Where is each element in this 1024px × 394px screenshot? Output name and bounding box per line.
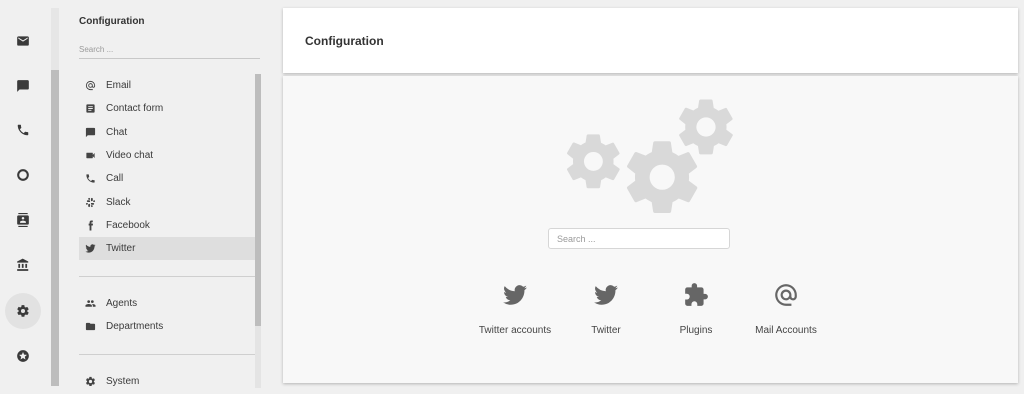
nav-item-label: Video chat [106, 150, 154, 162]
twitter-icon [83, 242, 97, 256]
settings-icon [17, 305, 29, 317]
tile-label: Twitter accounts [478, 325, 552, 336]
panel-scrollbar-thumb[interactable] [255, 74, 261, 326]
rail-chat-button[interactable] [5, 68, 41, 104]
main-header: Configuration [283, 8, 1018, 73]
tile-mail-accounts[interactable]: Mail Accounts [736, 281, 836, 336]
star-icon [17, 350, 29, 362]
rail-scrollbar-thumb[interactable] [51, 70, 59, 386]
configuration-panel: Configuration Email Contact form Chat Vi… [60, 0, 266, 394]
rail-mail-button[interactable] [5, 23, 41, 59]
nav-item-label: Facebook [106, 219, 150, 231]
nav-item-contact-form[interactable]: Contact form [79, 97, 255, 120]
gears-illustration [561, 94, 741, 219]
rail-settings-button[interactable] [5, 293, 41, 329]
panel-divider [79, 276, 255, 277]
page-title: Configuration [305, 34, 384, 48]
form-icon [83, 102, 97, 116]
rail-circle-button[interactable] [5, 157, 41, 193]
phone-icon [83, 172, 97, 186]
panel-title: Configuration [79, 16, 145, 27]
twitter-icon [465, 281, 565, 309]
tile-twitter[interactable]: Twitter [556, 281, 656, 336]
rail-contacts-button[interactable] [5, 202, 41, 238]
system-list: System [79, 370, 255, 393]
tile-plugins[interactable]: Plugins [646, 281, 746, 336]
nav-item-twitter[interactable]: Twitter [79, 237, 255, 261]
nav-item-chat[interactable]: Chat [79, 121, 255, 144]
puzzle-icon [646, 281, 746, 309]
nav-item-facebook[interactable]: Facebook [79, 214, 255, 237]
phone-icon [17, 124, 29, 136]
nav-item-label: System [106, 376, 140, 388]
nav-item-departments[interactable]: Departments [79, 315, 255, 338]
nav-item-label: Chat [106, 126, 128, 138]
at-icon [83, 79, 97, 93]
tile-label: Mail Accounts [755, 325, 817, 336]
nav-item-agents[interactable]: Agents [79, 292, 255, 315]
nav-item-label: Departments [106, 321, 164, 333]
rail-bank-button[interactable] [5, 247, 41, 283]
panel-divider [79, 354, 255, 355]
nav-item-call[interactable]: Call [79, 167, 255, 190]
panel-search-input[interactable] [79, 40, 260, 59]
video-icon [83, 149, 97, 163]
nav-item-video-chat[interactable]: Video chat [79, 144, 255, 167]
chat-icon [17, 80, 29, 92]
nav-item-system[interactable]: System [79, 370, 255, 393]
rail-phone-button[interactable] [5, 112, 41, 148]
tile-label: Twitter [591, 325, 621, 336]
tile-twitter-accounts[interactable]: Twitter accounts [465, 281, 565, 336]
folder-icon [83, 320, 97, 334]
nav-item-label: Twitter [106, 243, 136, 255]
contacts-icon [17, 213, 29, 227]
nav-item-label: Agents [106, 298, 138, 310]
channels-list: Email Contact form Chat Video chat Call … [79, 74, 255, 261]
nav-item-slack[interactable]: Slack [79, 190, 255, 213]
slack-icon [83, 195, 97, 209]
mail-icon [17, 36, 29, 46]
organization-list: Agents Departments [79, 292, 255, 339]
bank-icon [17, 258, 29, 271]
gear-icon [83, 375, 97, 389]
nav-item-label: Call [106, 173, 124, 185]
nav-item-label: Contact form [106, 103, 164, 115]
main-search-input[interactable] [548, 228, 730, 249]
rail-star-button[interactable] [5, 338, 41, 374]
tile-label: Plugins [679, 325, 713, 336]
chat-icon [83, 125, 97, 139]
facebook-icon [83, 218, 97, 232]
main-content: Twitter accounts Twitter Plugins Mail Ac… [283, 76, 1018, 383]
icon-rail [0, 0, 46, 394]
nav-item-label: Slack [106, 196, 131, 208]
people-icon [83, 297, 97, 311]
at-icon [736, 281, 836, 309]
nav-item-label: Email [106, 80, 132, 92]
circle-icon [17, 169, 29, 181]
nav-item-email[interactable]: Email [79, 74, 255, 97]
twitter-icon [556, 281, 656, 309]
